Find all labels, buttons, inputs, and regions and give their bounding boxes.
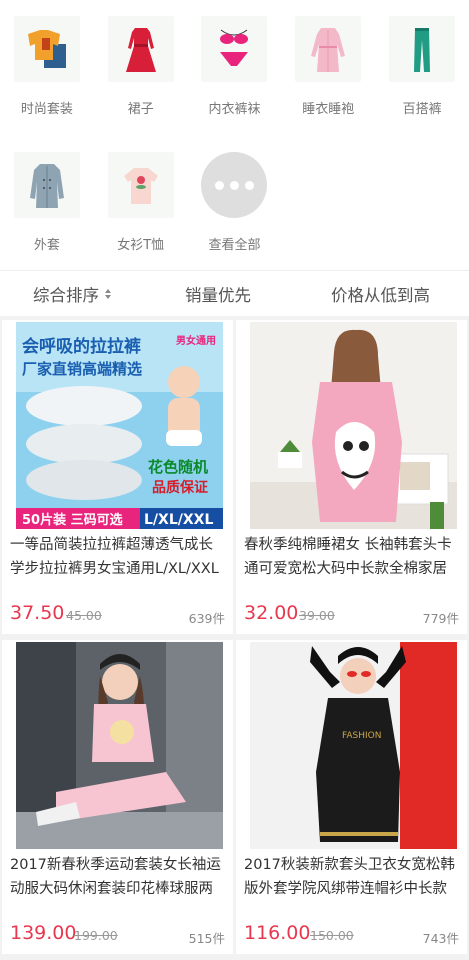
category-label: 睡衣睡袍: [302, 102, 355, 117]
category-dress[interactable]: 裙子: [94, 16, 188, 152]
product-image[interactable]: FASHION: [250, 642, 457, 849]
product-title[interactable]: 2017秋装新款套头卫衣女宽松韩版外套学院风绑带连帽衫中长款: [244, 853, 459, 901]
product-original-price: 150.00: [310, 928, 354, 943]
category-pants[interactable]: 百搭裤: [375, 16, 469, 152]
product-price: 116.00: [244, 922, 311, 944]
product-card[interactable]: 会呼吸的拉拉裤 厂家直销高端精选 男女通用 花色随机 品质保证 50片装 三码可…: [2, 320, 233, 634]
product-list-page: 时尚套装 裙子 内衣裤袜 睡衣睡袍 百搭裤 外套 女衫T恤 查看全部 综合排序 …: [0, 0, 469, 960]
hoodie-print: FASHION: [342, 731, 381, 741]
product-sold-count: 779件: [422, 611, 459, 626]
product-price: 37.50: [10, 602, 65, 624]
product-title[interactable]: 一等品简装拉拉裤超薄透气成长学步拉拉裤男女宝通用L/XL/XXL: [10, 533, 225, 581]
sort-toggle-icon: [105, 288, 111, 299]
diaper-sub: 厂家直销高端精选: [22, 360, 142, 378]
category-view-all[interactable]: 查看全部: [188, 152, 282, 288]
sort-sales-label: 销量优先: [185, 285, 251, 305]
coat-icon: [13, 152, 80, 218]
product-original-price: 45.00: [66, 608, 102, 623]
category-coat[interactable]: 外套: [0, 152, 94, 288]
category-label: 裙子: [127, 102, 154, 117]
robe-icon: [295, 16, 362, 82]
sort-comprehensive[interactable]: 综合排序: [0, 282, 144, 306]
product-image[interactable]: 会呼吸的拉拉裤 厂家直销高端精选 男女通用 花色随机 品质保证 50片装 三码可…: [16, 322, 223, 529]
product-title[interactable]: 春秋季纯棉睡裙女 长袖韩套头卡通可爱宽松大码中长款全棉家居服: [244, 533, 459, 581]
product-sold-count: 743件: [422, 931, 459, 946]
underwear-icon: [201, 16, 268, 82]
diaper-headline: 会呼吸的拉拉裤: [22, 336, 141, 357]
sort-sales[interactable]: 销量优先: [144, 282, 292, 306]
category-robe[interactable]: 睡衣睡袍: [281, 16, 375, 152]
category-label: 查看全部: [208, 238, 261, 253]
diaper-tag: 男女通用: [176, 334, 216, 347]
diaper-badge-1: 花色随机: [148, 458, 208, 476]
product-image[interactable]: [16, 642, 223, 849]
fashion-set-icon: [13, 16, 80, 82]
category-label: 女衫T恤: [117, 238, 165, 253]
product-price: 32.00: [244, 602, 299, 624]
pants-icon: [389, 16, 456, 82]
product-original-price: 199.00: [74, 928, 118, 943]
product-price: 139.00: [10, 922, 77, 944]
diaper-footer-right: L/XL/XXL: [144, 512, 213, 528]
product-card[interactable]: 2017新春秋季运动套装女长袖运动服大码休闲套装印花棒球服两件套 139.00 …: [2, 640, 233, 954]
product-original-price: 39.00: [299, 608, 335, 623]
dress-icon: [107, 16, 174, 82]
product-card[interactable]: FASHION 2017秋装新款套头卫衣女宽松韩版外套学院风绑带连帽衫中长款 1…: [236, 640, 467, 954]
diaper-badge-2: 品质保证: [152, 479, 208, 496]
sort-price-low-high[interactable]: 价格从低到高: [292, 282, 469, 306]
category-underwear[interactable]: 内衣裤袜: [188, 16, 282, 152]
category-fashion-set[interactable]: 时尚套装: [0, 16, 94, 152]
product-card[interactable]: 春秋季纯棉睡裙女 长袖韩套头卡通可爱宽松大码中长款全棉家居服 32.00 39.…: [236, 320, 467, 634]
category-tshirt[interactable]: 女衫T恤: [94, 152, 188, 288]
product-sold-count: 639件: [188, 611, 225, 626]
category-label: 内衣裤袜: [208, 102, 261, 117]
category-grid: 时尚套装 裙子 内衣裤袜 睡衣睡袍 百搭裤 外套 女衫T恤 查看全部: [0, 0, 469, 270]
sort-comprehensive-label: 综合排序: [33, 285, 99, 305]
product-sold-count: 515件: [188, 931, 225, 946]
category-label: 外套: [33, 238, 60, 253]
more-icon: [201, 152, 268, 218]
diaper-footer-left: 50片装 三码可选: [22, 512, 123, 528]
tshirt-icon: [107, 152, 174, 218]
product-image[interactable]: [250, 322, 457, 529]
category-label: 时尚套装: [20, 102, 73, 117]
category-label: 百搭裤: [402, 102, 442, 117]
sort-price-label: 价格从低到高: [331, 285, 430, 305]
product-title[interactable]: 2017新春秋季运动套装女长袖运动服大码休闲套装印花棒球服两件套: [10, 853, 225, 901]
